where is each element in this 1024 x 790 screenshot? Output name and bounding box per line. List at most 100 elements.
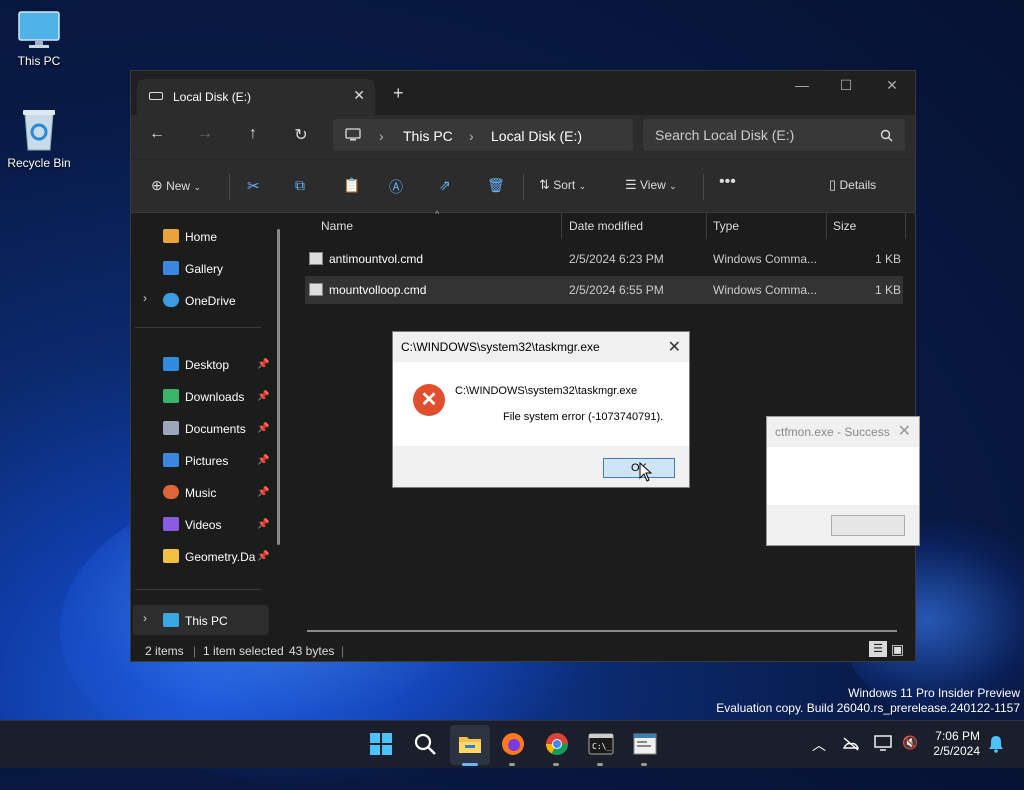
new-tab-button[interactable]: + xyxy=(393,83,404,104)
desktop-icon-label: This PC xyxy=(17,54,61,68)
status-divider: | xyxy=(193,644,197,658)
delete-icon[interactable]: 🗑 xyxy=(487,177,505,194)
column-divider[interactable] xyxy=(826,213,827,239)
pin-icon: 📌 xyxy=(257,551,270,562)
sidebar-item-label: Home xyxy=(185,230,218,244)
cmd-file-icon xyxy=(309,252,323,265)
file-explorer-icon[interactable] xyxy=(457,731,483,757)
firefox-icon[interactable] xyxy=(500,731,526,757)
sidebar-item-gallery[interactable]: Gallery xyxy=(163,261,223,276)
network-offline-icon[interactable] xyxy=(842,736,860,752)
tab-local-disk[interactable]: Local Disk (E:) ✕ xyxy=(137,79,375,115)
sidebar-item-onedrive[interactable]: OneDrive xyxy=(163,293,236,308)
column-divider[interactable] xyxy=(561,213,562,239)
tiles-view-icon[interactable]: ▣ xyxy=(891,641,904,658)
breadcrumb-this-pc[interactable]: This PC xyxy=(403,128,453,144)
search-icon[interactable] xyxy=(412,731,438,757)
terminal-icon[interactable]: C:\_ xyxy=(588,731,614,757)
cut-icon[interactable]: ✂ xyxy=(247,177,260,195)
clock[interactable]: 7:06 PM 2/5/2024 xyxy=(933,729,980,759)
sidebar-item-label: Videos xyxy=(185,518,222,532)
sidebar-item-videos[interactable]: Videos xyxy=(163,517,221,532)
pin-icon: 📌 xyxy=(257,455,270,466)
details-view-icon[interactable]: ☰ xyxy=(869,641,887,657)
file-type: Windows Comma... xyxy=(713,283,818,297)
column-header-size[interactable]: Size xyxy=(833,219,856,233)
breadcrumb-local-disk[interactable]: Local Disk (E:) xyxy=(491,128,582,144)
volume-muted-icon[interactable]: 🔇 xyxy=(902,735,918,751)
paste-icon[interactable]: 📋 xyxy=(343,177,360,194)
chevron-up-icon[interactable]: ︿ xyxy=(812,735,826,755)
more-options-icon[interactable]: ••• xyxy=(719,173,736,191)
new-button[interactable]: ⊕ New ⌄ xyxy=(151,177,201,194)
cloud-icon xyxy=(163,293,179,307)
pictures-icon xyxy=(163,453,179,467)
rename-icon[interactable]: Ⓐ xyxy=(389,177,403,197)
close-window-button[interactable]: ✕ xyxy=(869,77,915,94)
file-date: 2/5/2024 6:55 PM xyxy=(569,283,664,297)
windows-start-icon[interactable] xyxy=(368,731,394,757)
share-icon[interactable]: ⇗ xyxy=(439,177,451,194)
details-label: Details xyxy=(839,178,877,192)
dialog-button[interactable] xyxy=(831,515,905,536)
sidebar-item-pictures[interactable]: Pictures xyxy=(163,453,228,468)
pin-icon: 📌 xyxy=(257,423,270,434)
expand-chevron-icon[interactable]: › xyxy=(143,611,147,625)
file-size: 1 KB xyxy=(875,283,902,297)
horizontal-scrollbar[interactable] xyxy=(307,630,897,632)
notification-bell-icon[interactable] xyxy=(988,735,1004,753)
divider xyxy=(703,174,704,200)
column-header-type[interactable]: Type xyxy=(713,219,739,233)
status-bar: 2 items | 1 item selected 43 bytes | ☰ ▣ xyxy=(131,639,915,661)
sidebar-scrollbar[interactable] xyxy=(277,229,280,545)
column-header-date[interactable]: Date modified xyxy=(569,219,643,233)
sort-button[interactable]: ⇅ Sort ⌄ xyxy=(539,177,586,193)
table-row[interactable]: antimountvol.cmd 2/5/2024 6:23 PM Window… xyxy=(305,245,903,273)
sidebar-item-downloads[interactable]: Downloads xyxy=(163,389,244,404)
dialog-app-icon[interactable] xyxy=(632,731,658,757)
running-indicator xyxy=(553,763,559,766)
view-button[interactable]: ☰ View ⌄ xyxy=(625,177,677,193)
close-tab-icon[interactable]: ✕ xyxy=(353,87,365,104)
chevron-right-icon: › xyxy=(469,128,474,144)
close-icon[interactable]: ✕ xyxy=(898,421,911,441)
back-button[interactable]: ← xyxy=(145,125,169,143)
close-icon[interactable]: ✕ xyxy=(668,337,681,357)
dialog-message-path: C:\WINDOWS\system32\taskmgr.exe xyxy=(455,385,638,397)
sidebar-item-desktop[interactable]: Desktop xyxy=(163,357,229,372)
sidebar-item-documents[interactable]: Documents xyxy=(163,421,246,436)
column-divider[interactable] xyxy=(706,213,707,239)
chrome-icon[interactable] xyxy=(544,731,570,757)
file-name: antimountvol.cmd xyxy=(329,252,424,266)
copy-icon[interactable]: ⧉ xyxy=(295,177,305,194)
forward-button[interactable]: → xyxy=(193,125,217,143)
address-bar[interactable]: › This PC › Local Disk (E:) xyxy=(333,119,633,151)
minimize-button[interactable]: — xyxy=(779,77,825,93)
details-button[interactable]: ▯ Details xyxy=(829,177,876,193)
svg-text:C:\_: C:\_ xyxy=(592,742,611,751)
table-row[interactable]: mountvolloop.cmd 2/5/2024 6:55 PM Window… xyxy=(305,276,903,304)
sidebar-item-geometry[interactable]: Geometry.Da xyxy=(163,549,255,564)
maximize-button[interactable]: ☐ xyxy=(823,77,869,94)
desktop-icon-recycle-bin[interactable]: Recycle Bin xyxy=(1,106,77,170)
sidebar-item-music[interactable]: Music xyxy=(163,485,216,500)
monitor-icon xyxy=(345,128,361,141)
refresh-button[interactable]: ↻ xyxy=(289,125,313,145)
monitor-icon xyxy=(18,11,60,48)
column-divider[interactable] xyxy=(905,213,906,239)
desktop-icon-this-pc[interactable]: This PC xyxy=(1,10,77,68)
search-box[interactable]: Search Local Disk (E:) xyxy=(643,119,905,151)
display-icon[interactable] xyxy=(874,735,892,751)
plus-circle-icon: ⊕ xyxy=(151,177,163,193)
up-button[interactable]: ↑ xyxy=(241,125,265,143)
divider xyxy=(523,174,524,200)
pin-icon: 📌 xyxy=(257,487,270,498)
download-icon xyxy=(163,389,179,403)
column-header-name[interactable]: Name xyxy=(321,219,353,233)
expand-chevron-icon[interactable]: › xyxy=(143,291,147,305)
tab-bar: Local Disk (E:) ✕ + — ☐ ✕ xyxy=(131,71,915,115)
sidebar-item-this-pc[interactable]: This PC xyxy=(163,613,228,628)
sidebar-item-home[interactable]: Home xyxy=(163,229,217,244)
chevron-down-icon: ⌄ xyxy=(193,182,201,192)
file-date: 2/5/2024 6:23 PM xyxy=(569,252,664,266)
